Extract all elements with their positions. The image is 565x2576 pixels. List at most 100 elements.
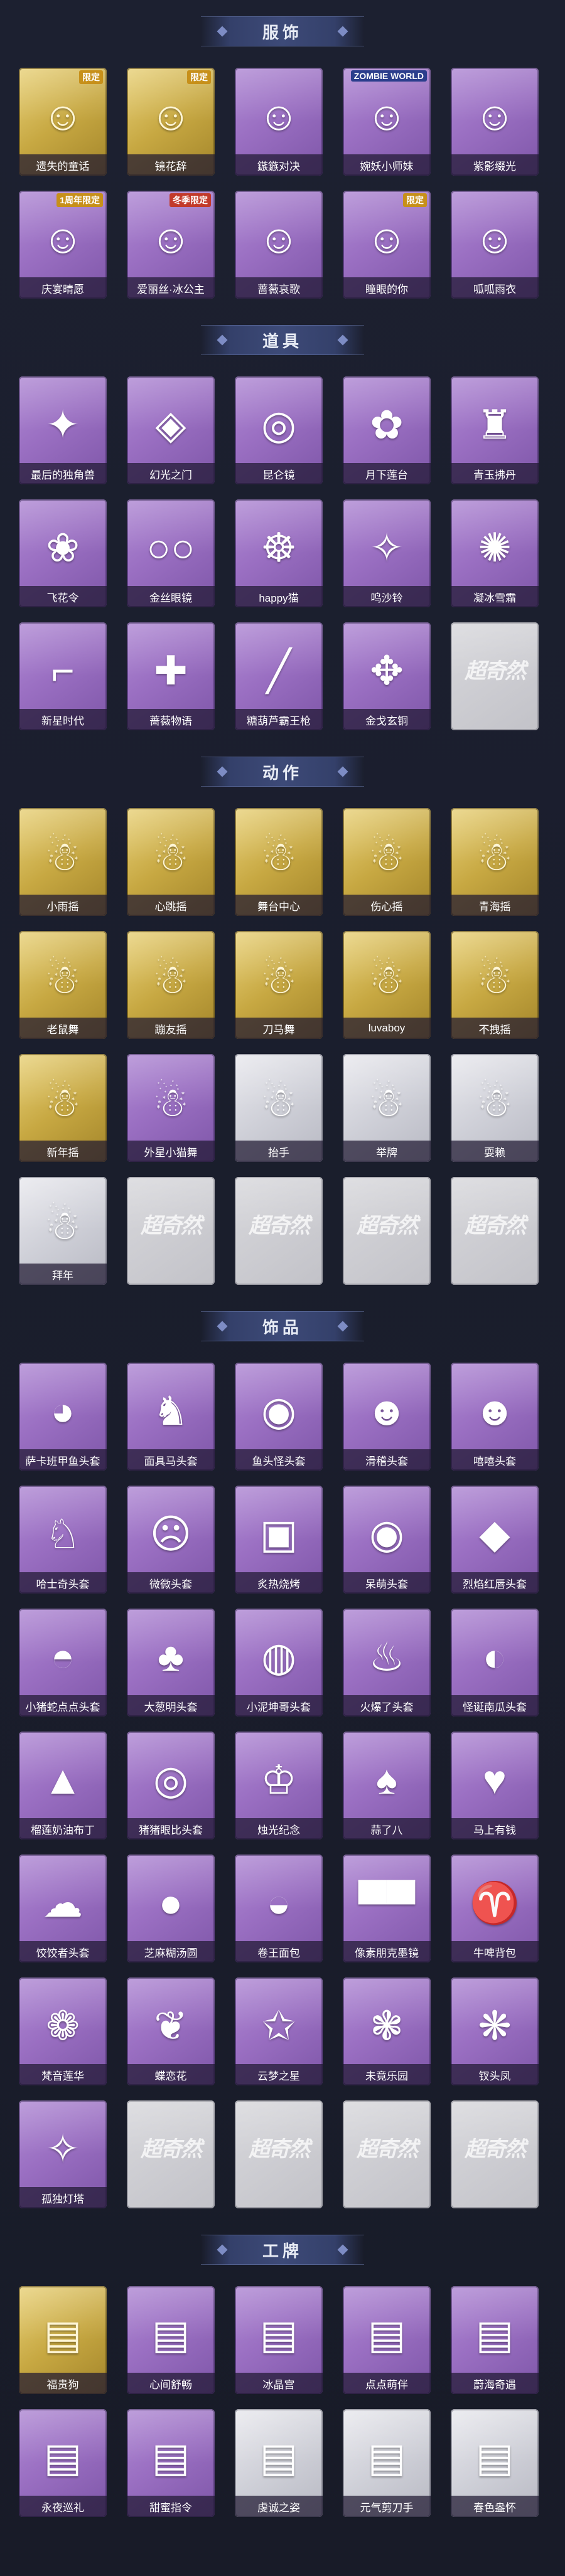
inventory-item[interactable]: ☁ 饺饺者头套 [11,1850,119,1972]
inventory-item[interactable]: ♠ 蒜了八 [335,1727,443,1850]
item-card[interactable]: ▲ 榴莲奶油布丁 [19,1732,107,1839]
empty-slot[interactable]: 超奇然 [451,1177,539,1285]
inventory-item[interactable]: ♘ 哈士奇头套 [11,1481,119,1604]
item-card[interactable]: ☃ 拜年 [19,1177,107,1285]
inventory-item[interactable]: ☺ 限定 遗失的童话 [11,63,119,186]
item-card[interactable]: ❁ 梵音莲华 [19,1977,107,2085]
item-card[interactable]: ♘ 哈士奇头套 [19,1486,107,1594]
inventory-item[interactable]: 超奇然 [119,1172,227,1295]
item-card[interactable]: ▤ 元气剪刀手 [343,2409,431,2517]
inventory-item[interactable]: ◉ 呆萌头套 [335,1481,443,1604]
inventory-item[interactable]: 超奇然 [119,2095,227,2218]
inventory-item[interactable]: ♔ 烛光纪念 [227,1727,335,1850]
item-card[interactable]: ☺ 蔷薇哀歌 [235,191,323,299]
item-card[interactable]: ▤ 春色盎怀 [451,2409,539,2517]
inventory-item[interactable]: ◐ 怪诞南瓜头套 [443,1604,551,1727]
item-card[interactable]: ▤ 冰晶宫 [235,2286,323,2394]
item-card[interactable]: ❋ 钗头凤 [451,1977,539,2085]
inventory-item[interactable]: ☻ 滑稽头套 [335,1358,443,1481]
item-card[interactable]: ☺ 冬季限定 爱丽丝·冰公主 [127,191,215,299]
inventory-item[interactable]: ✚ 蔷薇物语 [119,617,227,740]
inventory-item[interactable]: ◒ 卷王面包 [227,1850,335,1972]
inventory-item[interactable]: ☃ 蹦友摇 [119,926,227,1049]
item-card[interactable]: ╱ 糖葫芦霸王枪 [235,622,323,730]
empty-slot[interactable]: 超奇然 [451,2100,539,2208]
inventory-item[interactable]: 超奇然 [443,617,551,740]
item-card[interactable]: ☺ 1周年限定 庆宴晴愿 [19,191,107,299]
inventory-item[interactable]: ☃ 青海摇 [443,803,551,926]
inventory-item[interactable]: ◎ 猪猪眼比头套 [119,1727,227,1850]
inventory-item[interactable]: ✿ 月下莲台 [335,371,443,494]
item-card[interactable]: ☺ 限定 遗失的童话 [19,68,107,176]
empty-slot[interactable]: 超奇然 [451,622,539,730]
item-card[interactable]: ▤ 福贵狗 [19,2286,107,2394]
inventory-item[interactable]: ☺ 鏃鏃对决 [227,63,335,186]
inventory-item[interactable]: ♣ 大葱明头套 [119,1604,227,1727]
inventory-item[interactable]: ▤ 元气剪刀手 [335,2404,443,2527]
inventory-item[interactable]: ☺ ZOMBIE WORLD 婉妖小师妹 [335,63,443,186]
inventory-item[interactable]: ☹ 微微头套 [119,1481,227,1604]
inventory-item[interactable]: ♨ 火爆了头套 [335,1604,443,1727]
inventory-item[interactable]: ☃ 不拽摇 [443,926,551,1049]
inventory-item[interactable]: ✧ 孤独灯塔 [11,2095,119,2218]
item-card[interactable]: ◒ 卷王面包 [235,1855,323,1962]
item-card[interactable]: ✧ 鸣沙铃 [343,499,431,607]
item-card[interactable]: ✚ 蔷薇物语 [127,622,215,730]
item-card[interactable]: ✩ 云梦之星 [235,1977,323,2085]
item-card[interactable]: ☃ 小雨摇 [19,808,107,916]
inventory-item[interactable]: 超奇然 [227,2095,335,2218]
inventory-item[interactable]: ◉ 鱼头怪头套 [227,1358,335,1481]
item-card[interactable]: ▤ 点点萌伴 [343,2286,431,2394]
item-card[interactable]: ☃ luvaboy [343,931,431,1039]
inventory-item[interactable]: ✦ 最后的独角兽 [11,371,119,494]
item-card[interactable]: ♜ 青玉拂丹 [451,376,539,484]
item-card[interactable]: ☃ 伤心摇 [343,808,431,916]
inventory-item[interactable]: ▤ 永夜巡礼 [11,2404,119,2527]
item-card[interactable]: ◓ 小猪蛇点点头套 [19,1609,107,1716]
inventory-item[interactable]: ☃ 拜年 [11,1172,119,1295]
inventory-item[interactable]: 超奇然 [227,1172,335,1295]
item-card[interactable]: ♔ 烛光纪念 [235,1732,323,1839]
item-card[interactable]: ☸ happy猫 [235,499,323,607]
item-card[interactable]: ♞ 面具马头套 [127,1363,215,1471]
item-card[interactable]: ☃ 举牌 [343,1054,431,1162]
item-card[interactable]: ✺ 凝冰雪霜 [451,499,539,607]
item-card[interactable]: ▤ 蔚海奇遇 [451,2286,539,2394]
item-card[interactable]: ❃ 未竟乐园 [343,1977,431,2085]
inventory-item[interactable]: ☻ 嘻嘻头套 [443,1358,551,1481]
empty-slot[interactable]: 超奇然 [235,1177,323,1285]
inventory-item[interactable]: ☃ 新年摇 [11,1049,119,1172]
item-card[interactable]: ☺ 限定 瞳眼的你 [343,191,431,299]
item-card[interactable]: ▤ 心间舒畅 [127,2286,215,2394]
inventory-item[interactable]: ☺ 蔷薇哀歌 [227,186,335,309]
item-card[interactable]: ◎ 昆仑镜 [235,376,323,484]
inventory-item[interactable]: ◍ 小泥坤哥头套 [227,1604,335,1727]
inventory-item[interactable]: ▤ 甜蜜指令 [119,2404,227,2527]
inventory-item[interactable]: ♜ 青玉拂丹 [443,371,551,494]
inventory-item[interactable]: ✺ 凝冰雪霜 [443,494,551,617]
inventory-item[interactable]: ☃ 伤心摇 [335,803,443,926]
inventory-item[interactable]: ♞ 面具马头套 [119,1358,227,1481]
item-card[interactable]: ☃ 老鼠舞 [19,931,107,1039]
inventory-item[interactable]: ● 芝麻糊汤圆 [119,1850,227,1972]
inventory-item[interactable]: ☺ 呱呱雨衣 [443,186,551,309]
item-card[interactable]: ☃ 抬手 [235,1054,323,1162]
item-card[interactable]: ▤ 甜蜜指令 [127,2409,215,2517]
item-card[interactable]: ♈ 牛啤背包 [451,1855,539,1962]
item-card[interactable]: ☻ 滑稽头套 [343,1363,431,1471]
inventory-item[interactable]: 超奇然 [443,2095,551,2218]
item-card[interactable]: ♥ 马上有钱 [451,1732,539,1839]
inventory-item[interactable]: ☺ 1周年限定 庆宴晴愿 [11,186,119,309]
item-card[interactable]: ◆ 烈焰红唇头套 [451,1486,539,1594]
item-card[interactable]: ☃ 蹦友摇 [127,931,215,1039]
inventory-item[interactable]: ♈ 牛啤背包 [443,1850,551,1972]
inventory-item[interactable]: ◈ 幻光之门 [119,371,227,494]
inventory-item[interactable]: 超奇然 [335,1172,443,1295]
inventory-item[interactable]: ☺ 冬季限定 爱丽丝·冰公主 [119,186,227,309]
inventory-item[interactable]: ☃ 舞台中心 [227,803,335,926]
inventory-item[interactable]: ▤ 点点萌伴 [335,2281,443,2404]
item-card[interactable]: ☃ 新年摇 [19,1054,107,1162]
inventory-item[interactable]: ☺ 紫影缀光 [443,63,551,186]
inventory-item[interactable]: ▤ 蔚海奇遇 [443,2281,551,2404]
inventory-item[interactable]: ▣ 炙热烧烤 [227,1481,335,1604]
